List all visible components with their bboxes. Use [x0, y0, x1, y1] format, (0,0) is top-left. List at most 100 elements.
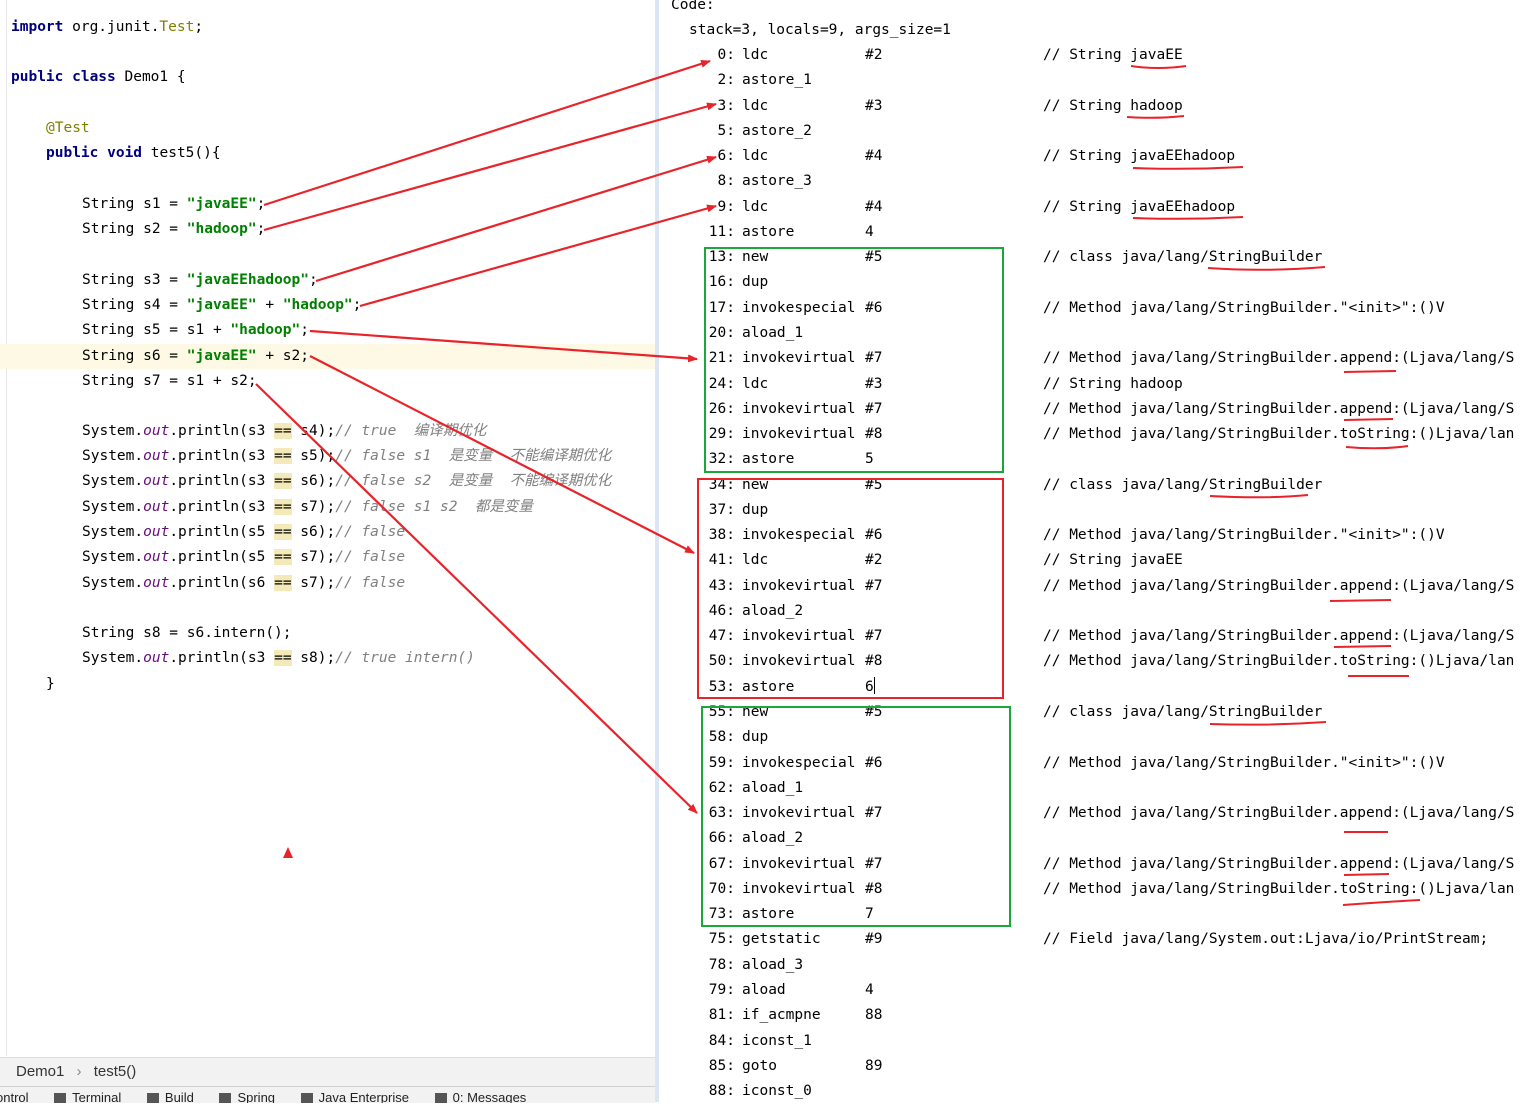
system-class: System. — [82, 575, 144, 591]
bytecode-offset: 62: — [708, 779, 735, 796]
out-field: out — [143, 423, 170, 439]
bytecode-comment: // Method java/lang/StringBuilder.append… — [1043, 400, 1515, 417]
s1-semicolon: ; — [256, 196, 266, 212]
println-rhs: s7); — [291, 549, 336, 565]
code-line-println[interactable]: System.out.println(s5 == s7);// false — [82, 545, 405, 570]
bytecode-operand: #7 — [865, 628, 883, 645]
bytecode-offset: 53: — [708, 678, 735, 695]
bytecode-operand: #2 — [865, 552, 883, 569]
bytecode-offset: 81: — [708, 1007, 735, 1024]
bytecode-operand: 7 — [865, 906, 874, 923]
bytecode-operand: #5 — [865, 476, 883, 493]
bytecode-offset: 79: — [708, 981, 735, 998]
bytecode-offset: 41: — [708, 552, 735, 569]
breadcrumb-class[interactable]: Demo1 — [16, 1063, 64, 1080]
code-line-s1[interactable]: String s1 = "javaEE"; — [82, 192, 265, 217]
import-line[interactable]: import org.junit.Test; — [11, 15, 203, 40]
bytecode-offset: 8: — [717, 173, 735, 190]
tool-window-java-enterprise[interactable]: Java Enterprise — [300, 1087, 409, 1103]
bytecode-offset: 58: — [708, 729, 735, 746]
bytecode-opcode: dup — [742, 501, 769, 518]
s5-literal: "hadoop" — [230, 322, 301, 338]
bytecode-offset: 38: — [708, 527, 735, 544]
method-declaration[interactable]: public void test5(){ — [46, 141, 221, 166]
bytecode-operand: #4 — [865, 148, 883, 165]
bytecode-comment: // String javaEEhadoop — [1043, 198, 1236, 215]
test-annotation[interactable]: @Test — [46, 116, 90, 141]
bytecode-comment: // String hadoop — [1043, 97, 1183, 114]
tool-window-version-control[interactable]: ontrol — [0, 1087, 29, 1103]
bytecode-comment: // Method java/lang/StringBuilder.toStri… — [1043, 653, 1515, 670]
equality-operator: == — [274, 650, 292, 666]
bytecode-comment: // Method java/lang/StringBuilder."<init… — [1043, 299, 1445, 316]
println-rhs: s6); — [291, 524, 336, 540]
println-arg: s5 — [247, 549, 266, 565]
tool-window-terminal[interactable]: Terminal — [54, 1087, 121, 1103]
bytecode-comment: // Method java/lang/StringBuilder.append… — [1043, 577, 1515, 594]
s5-semicolon: ; — [300, 322, 309, 338]
import-class: Test — [159, 19, 195, 35]
println-call: .println( — [169, 448, 248, 464]
code-line-s6[interactable]: String s6 = "javaEE" + s2; — [82, 344, 309, 369]
bytecode-operand: 4 — [865, 981, 874, 998]
bytecode-offset: 73: — [708, 906, 735, 923]
bytecode-operand: 6 — [865, 676, 875, 695]
s4-literal-2: "hadoop" — [282, 297, 353, 313]
s2-semicolon: ; — [256, 221, 266, 237]
s4-declaration: String s4 = — [82, 297, 187, 313]
s4-literal-1: "javaEE" — [186, 297, 257, 313]
bytecode-comment: // Method java/lang/StringBuilder."<init… — [1043, 754, 1445, 771]
bytecode-operand: #3 — [865, 375, 883, 392]
bytecode-opcode: new — [742, 249, 769, 266]
breadcrumb-method[interactable]: test5() — [94, 1063, 137, 1080]
bytecode-operand: #6 — [865, 527, 883, 544]
out-field: out — [143, 448, 170, 464]
println-comment: // false — [335, 524, 406, 540]
s1-literal: "javaEE" — [186, 196, 257, 212]
java-source-editor[interactable]: import org.junit.Test; public class Demo… — [0, 0, 656, 1103]
text-cursor — [873, 676, 875, 694]
bytecode-offset: 88: — [708, 1083, 735, 1100]
bytecode-comment: // Method java/lang/StringBuilder.append… — [1043, 805, 1515, 822]
bytecode-opcode: invokevirtual — [742, 805, 856, 822]
code-line-s3[interactable]: String s3 = "javaEEhadoop"; — [82, 268, 318, 293]
code-line-s7[interactable]: String s7 = s1 + s2; — [82, 369, 257, 394]
code-line-println[interactable]: System.out.println(s3 == s6);// false s2… — [82, 469, 611, 494]
code-line-println[interactable]: System.out.println(s3 == s4);// true 编译期… — [82, 419, 486, 444]
tool-window-spring[interactable]: Spring — [219, 1087, 275, 1103]
out-field: out — [143, 499, 170, 515]
tool-window-messages[interactable]: 0: Messages — [434, 1087, 526, 1103]
code-line-println[interactable]: System.out.println(s3 == s5);// false s1… — [82, 444, 611, 469]
code-line-s5[interactable]: String s5 = s1 + "hadoop"; — [82, 318, 309, 343]
bytecode-offset: 46: — [708, 602, 735, 619]
println-arg: s3 — [247, 473, 266, 489]
code-line-println[interactable]: System.out.println(s3 == s7);// false s1… — [82, 495, 533, 520]
code-line-println[interactable]: System.out.println(s5 == s6);// false — [82, 520, 405, 545]
code-line-println[interactable]: System.out.println(s6 == s7);// false — [82, 571, 405, 596]
bytecode-opcode: invokevirtual — [742, 855, 856, 872]
bytecode-opcode: aload_2 — [742, 830, 804, 847]
method-close-brace[interactable]: } — [46, 672, 55, 697]
bytecode-offset: 59: — [708, 754, 735, 771]
bytecode-viewer[interactable]: Code: stack=3, locals=9, args_size=1 0: l… — [659, 0, 1532, 1102]
bytecode-offset: 34: — [708, 476, 735, 493]
bytecode-offset: 37: — [708, 501, 735, 518]
println-arg: s3 — [247, 448, 266, 464]
bytecode-offset: 55: — [708, 704, 735, 721]
code-line-s8[interactable]: String s8 = s6.intern(); — [82, 621, 292, 646]
bytecode-comment: // class java/lang/StringBuilder — [1043, 249, 1323, 266]
class-declaration[interactable]: public class Demo1 { — [11, 65, 186, 90]
bytecode-offset: 85: — [708, 1057, 735, 1074]
bytecode-operand: #5 — [865, 704, 883, 721]
code-line-println-s8[interactable]: System.out.println(s3 == s8);// true int… — [82, 646, 475, 671]
s4-plus: + — [256, 297, 283, 313]
code-line-s2[interactable]: String s2 = "hadoop"; — [82, 217, 265, 242]
bytecode-opcode: ldc — [742, 148, 769, 165]
bytecode-operand: #3 — [865, 97, 883, 114]
tool-window-build[interactable]: Build — [146, 1087, 194, 1103]
import-semicolon: ; — [194, 19, 204, 35]
equality-operator: == — [274, 524, 292, 540]
out-field: out — [143, 650, 170, 666]
code-line-s4[interactable]: String s4 = "javaEE" + "hadoop"; — [82, 293, 361, 318]
bytecode-opcode: astore — [742, 906, 795, 923]
